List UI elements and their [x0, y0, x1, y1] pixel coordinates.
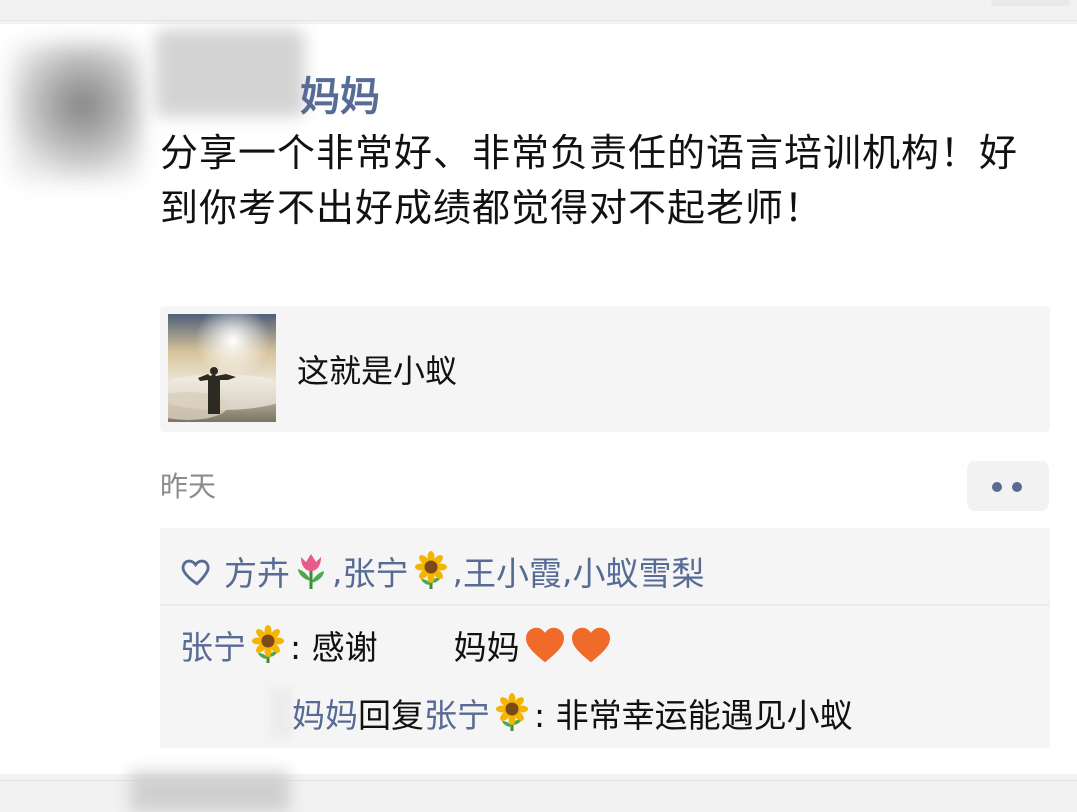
shared-link-card[interactable]: 这就是小蚁	[160, 306, 1050, 432]
link-thumbnail	[168, 314, 276, 422]
tulip-icon	[298, 554, 324, 589]
post-text: 分享一个非常好、非常负责任的语言培训机构！好到你考不出好成绩都觉得对不起老师！	[160, 131, 1019, 230]
post-timestamp: 昨天	[160, 470, 217, 503]
reply-text: : 非常幸运能遇见小蚁	[534, 696, 853, 735]
dot-icon	[1012, 482, 1022, 492]
redacted-name	[378, 625, 454, 665]
comment-item[interactable]: 张宁 : 感谢 妈妈	[180, 620, 612, 670]
redacted-name-blur	[155, 29, 305, 117]
heart-outline-icon	[181, 559, 210, 586]
moment-post: 妈妈 分享一个非常好、非常负责任的语言培训机构！好到你考不出好成绩都觉得对不起老…	[0, 24, 1077, 774]
orange-heart-icon	[525, 627, 564, 663]
author-name[interactable]: 妈妈	[300, 64, 380, 122]
orange-heart-icon	[571, 627, 610, 663]
comment-item[interactable]: 妈妈 回复 张宁 : 非常幸运能遇见小蚁	[292, 688, 853, 738]
sunflower-icon	[252, 625, 284, 663]
like-name[interactable]: 方卉	[224, 547, 290, 595]
author-avatar[interactable]	[10, 42, 142, 182]
next-post-remnant	[130, 772, 290, 812]
comment-text: 妈妈	[453, 628, 520, 667]
redacted-name-blur	[270, 688, 292, 738]
comments-divider	[160, 604, 1050, 606]
reply-target[interactable]: 张宁	[424, 689, 490, 737]
likes-row: 方卉 , 张宁 , 王小霞 , 小蚁雪梨	[180, 548, 705, 594]
like-name[interactable]: 王小霞	[463, 547, 562, 595]
like-separator: ,	[562, 551, 573, 591]
like-separator: ,	[452, 551, 464, 591]
more-options-button[interactable]	[967, 461, 1049, 511]
sunflower-icon	[496, 693, 528, 731]
comment-text: : 感谢	[290, 628, 378, 667]
dot-icon	[992, 482, 1002, 492]
comments-section: 方卉 , 张宁 , 王小霞 , 小蚁雪梨 张宁: 感谢 妈妈 妈妈 回复 张宁…	[160, 528, 1050, 748]
previous-post-remnant	[991, 0, 1071, 6]
reply-word: 回复	[358, 696, 424, 735]
link-title: 这就是小蚁	[297, 352, 458, 390]
sunflower-icon	[414, 551, 447, 589]
reply-author[interactable]: 妈妈	[292, 689, 358, 737]
like-name[interactable]: 小蚁雪梨	[573, 547, 705, 595]
top-divider	[0, 20, 1077, 21]
like-name[interactable]: 张宁	[343, 547, 409, 595]
comment-author[interactable]: 张宁	[180, 621, 246, 669]
like-separator: ,	[332, 551, 343, 591]
